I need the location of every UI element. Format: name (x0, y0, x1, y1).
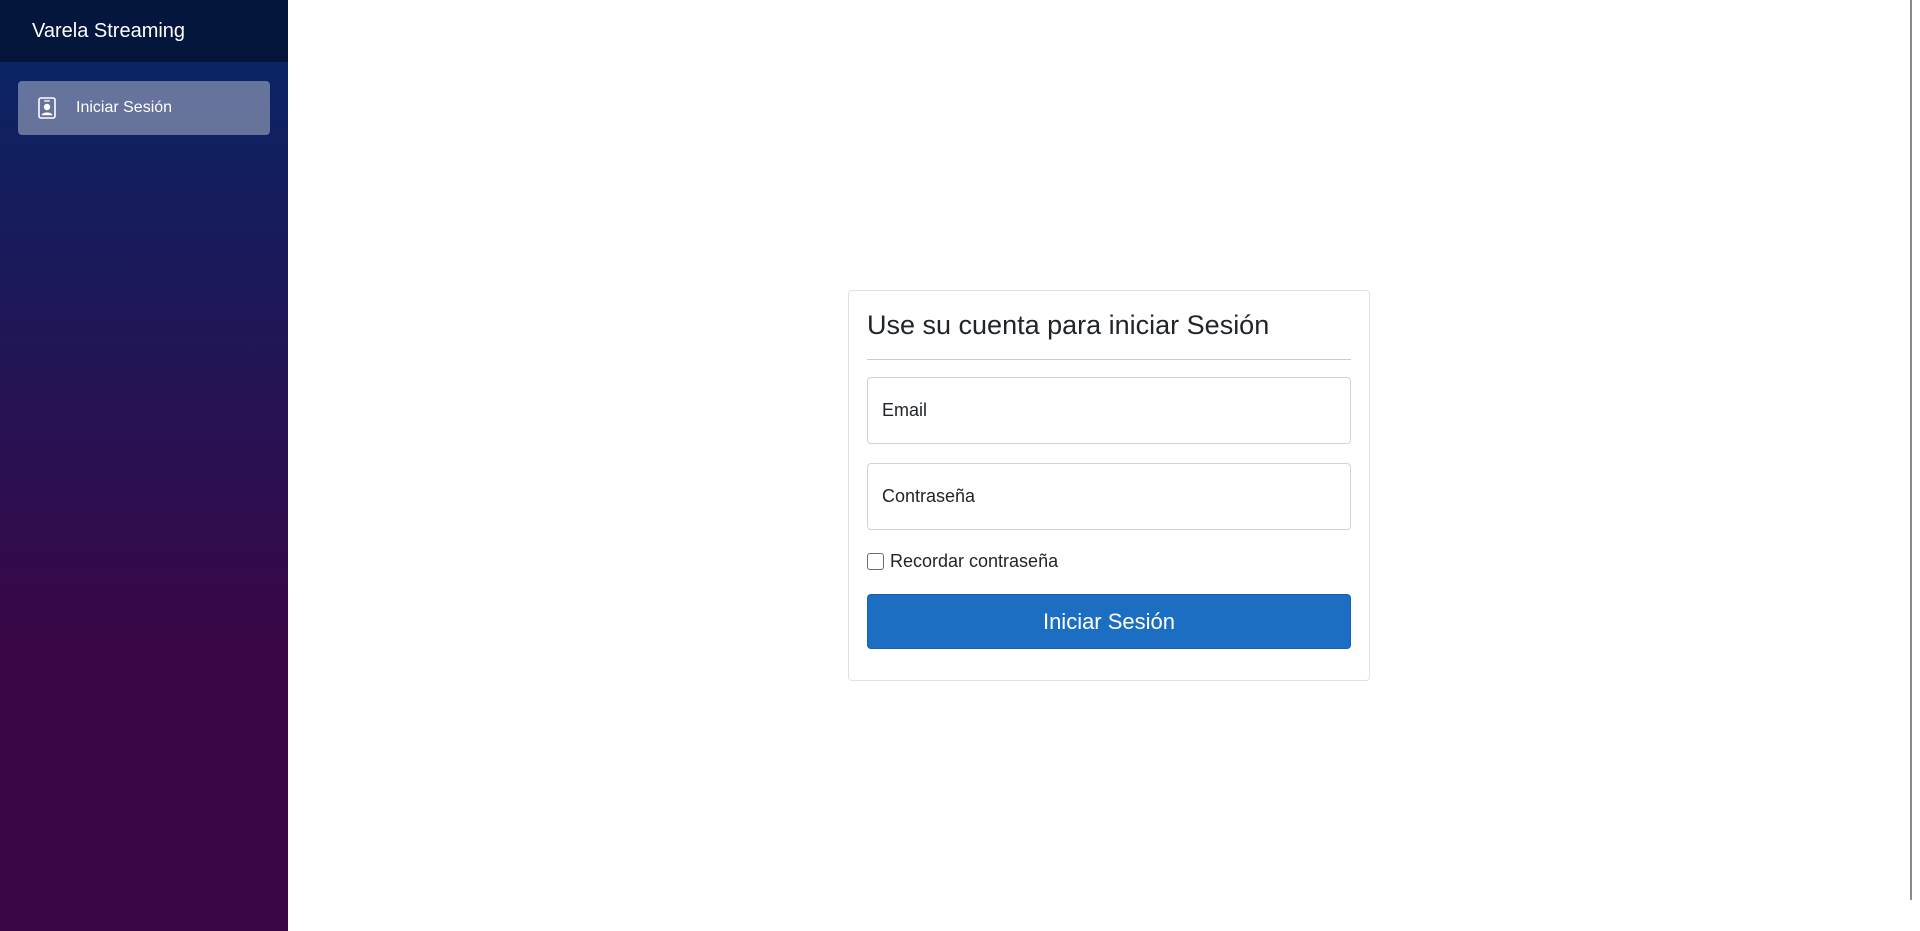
login-title: Use su cuenta para iniciar Sesión (867, 310, 1270, 340)
sidebar-item-label: Iniciar Sesión (76, 99, 173, 116)
remember-row: Recordar contraseña (867, 549, 1351, 573)
sidebar-item-login[interactable]: Iniciar Sesión (18, 81, 270, 135)
person-badge-icon (38, 97, 56, 119)
sidebar: Varela Streaming Iniciar Sesión (0, 0, 288, 931)
login-card: Use su cuenta para iniciar Sesión Email … (848, 290, 1370, 681)
sidebar-nav: Iniciar Sesión (0, 62, 288, 135)
email-field-label: Email (882, 400, 928, 421)
password-field-label: Contraseña (882, 486, 976, 507)
brand-link[interactable]: Varela Streaming (32, 20, 185, 43)
vertical-scrollbar[interactable] (1903, 0, 1920, 931)
password-field[interactable]: Contraseña (867, 463, 1351, 531)
email-field[interactable]: Email (867, 377, 1351, 445)
login-submit-button[interactable]: Iniciar Sesión (867, 594, 1351, 650)
main-content: Use su cuenta para iniciar Sesión Email … (288, 0, 1920, 931)
remember-checkbox[interactable] (867, 552, 884, 570)
remember-label[interactable]: Recordar contraseña (890, 551, 1058, 572)
scrollbar-thumb[interactable] (1910, 0, 1912, 900)
sidebar-header: Varela Streaming (0, 0, 288, 62)
divider (867, 359, 1351, 361)
app-root: Varela Streaming Iniciar Sesión Use su c… (0, 0, 1920, 931)
